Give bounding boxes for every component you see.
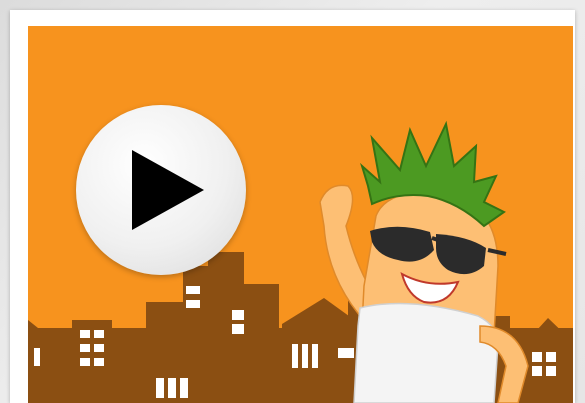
mascot-shirt: [353, 302, 499, 403]
play-button[interactable]: [76, 105, 246, 275]
page: [0, 0, 585, 403]
video-player[interactable]: [28, 26, 573, 403]
play-icon: [132, 150, 204, 230]
